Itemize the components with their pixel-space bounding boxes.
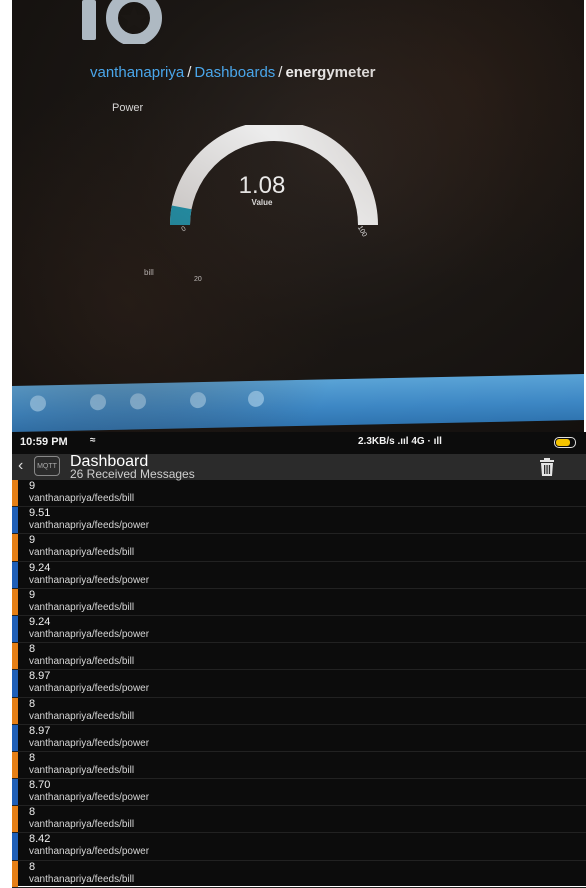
- adafruit-io-logo: [82, 0, 162, 44]
- bill-block-value: 20: [194, 276, 202, 283]
- phone-screen: 10:59 PM ≈ 2.3KB/s .ııl 4G · ıll ‹ MQTT …: [12, 432, 586, 888]
- message-topic: vanthanapriya/feeds/power: [29, 574, 150, 586]
- power-topic-indicator: [12, 833, 18, 860]
- trash-icon[interactable]: [538, 457, 556, 477]
- message-row[interactable]: 8 vanthanapriya/feeds/bill: [12, 806, 586, 834]
- message-count: 26 Received Messages: [70, 467, 195, 481]
- gauge-block-title: Power: [112, 102, 144, 114]
- bill-topic-indicator: [12, 588, 18, 615]
- taskbar-app-icon[interactable]: [90, 394, 106, 411]
- message-row[interactable]: 9.24 vanthanapriya/feeds/power: [12, 615, 586, 644]
- mqtt-app-icon: MQTT: [34, 456, 60, 476]
- network-status: 2.3KB/s .ııl 4G · ıll: [358, 436, 442, 447]
- power-topic-indicator: [12, 670, 18, 697]
- bill-topic-indicator: [12, 643, 18, 670]
- breadcrumb-dashboards-link[interactable]: Dashboards: [194, 64, 275, 81]
- power-topic-indicator: [12, 615, 18, 643]
- message-topic: vanthanapriya/feeds/bill: [29, 819, 135, 831]
- message-topic: vanthanapriya/feeds/bill: [29, 493, 135, 504]
- message-list: 9 vanthanapriya/feeds/bill 9.51 vanthanapri…: [12, 480, 586, 888]
- message-value: 8.97: [29, 670, 51, 683]
- power-topic-indicator: [12, 779, 18, 806]
- message-value: 8: [29, 860, 36, 873]
- screenshot-frame: vanthanapriya / Dashboards / energymeter Pow…: [0, 0, 586, 888]
- taskbar-app-icon[interactable]: [190, 391, 206, 409]
- message-row[interactable]: 8.70 vanthanapriya/feeds/power: [12, 779, 586, 807]
- message-value: 9.24: [29, 615, 51, 628]
- message-topic: vanthanapriya/feeds/power: [29, 628, 150, 640]
- message-value: 8.97: [29, 724, 51, 737]
- message-topic: vanthanapriya/feeds/bill: [29, 547, 135, 559]
- message-value: 9: [29, 534, 36, 547]
- message-row[interactable]: 9 vanthanapriya/feeds/bill: [12, 480, 586, 508]
- breadcrumb-user-link[interactable]: vanthanapriya: [90, 64, 184, 81]
- message-value: 9: [29, 480, 36, 492]
- gauge-fill: [170, 205, 192, 226]
- power-topic-indicator: [12, 561, 18, 588]
- taskbar-app-icon[interactable]: [130, 393, 146, 410]
- message-value: 8: [29, 697, 36, 710]
- message-row[interactable]: 9.24 vanthanapriya/feeds/power: [12, 561, 586, 589]
- back-chevron-icon[interactable]: ‹: [18, 458, 23, 474]
- message-topic: vanthanapriya/feeds/bill: [29, 601, 135, 613]
- message-value: 8: [29, 751, 36, 764]
- message-value: 8.42: [29, 833, 51, 846]
- message-value: 8.70: [29, 779, 51, 792]
- message-row[interactable]: 9 vanthanapriya/feeds/bill: [12, 588, 586, 616]
- message-row[interactable]: 8 vanthanapriya/feeds/bill: [12, 751, 586, 780]
- message-row[interactable]: 8 vanthanapriya/feeds/bill: [12, 697, 586, 725]
- taskbar-app-icon[interactable]: [248, 390, 264, 408]
- status-bar: 10:59 PM ≈ 2.3KB/s .ııl 4G · ıll: [12, 432, 586, 454]
- message-value: 9: [29, 588, 36, 601]
- power-topic-indicator: [12, 724, 18, 751]
- status-time: 10:59 PM: [20, 436, 68, 448]
- message-topic: vanthanapriya/feeds/bill: [29, 710, 135, 722]
- power-topic-indicator: [12, 507, 18, 534]
- message-topic: vanthanapriya/feeds/power: [29, 792, 150, 804]
- message-topic: vanthanapriya/feeds/bill: [29, 873, 135, 885]
- message-row[interactable]: 8.42 vanthanapriya/feeds/power: [12, 833, 586, 861]
- message-value: 8: [29, 643, 36, 656]
- message-topic: vanthanapriya/feeds/power: [29, 846, 150, 858]
- taskbar-app-icon[interactable]: [30, 395, 46, 412]
- message-row[interactable]: 8 vanthanapriya/feeds/bill: [12, 643, 586, 671]
- message-row[interactable]: 8 vanthanapriya/feeds/bill: [12, 860, 586, 888]
- message-topic: vanthanapriya/feeds/power: [29, 520, 150, 532]
- message-topic: vanthanapriya/feeds/power: [29, 737, 150, 749]
- message-row[interactable]: 8.97 vanthanapriya/feeds/power: [12, 670, 586, 698]
- message-topic: vanthanapriya/feeds/bill: [29, 764, 135, 776]
- bill-topic-indicator: [12, 751, 18, 779]
- dashboard-photo: vanthanapriya / Dashboards / energymeter Pow…: [12, 0, 584, 432]
- breadcrumb-separator: /: [278, 64, 283, 81]
- breadcrumb-separator: /: [187, 64, 192, 81]
- bill-topic-indicator: [12, 697, 18, 724]
- message-value: 9.51: [29, 507, 51, 520]
- battery-icon: [554, 437, 576, 448]
- gauge-caption: Value: [251, 198, 273, 207]
- gauge-value: 1.08: [238, 172, 286, 199]
- message-topic: vanthanapriya/feeds/bill: [29, 656, 135, 668]
- app-toolbar: ‹ MQTT Dashboard 26 Received Messages: [12, 453, 586, 481]
- bill-topic-indicator: [12, 860, 18, 887]
- bill-topic-indicator: [12, 480, 18, 507]
- message-row[interactable]: 9 vanthanapriya/feeds/bill: [12, 534, 586, 562]
- message-row[interactable]: 8.97 vanthanapriya/feeds/power: [12, 724, 586, 752]
- wifi-cast-icon: ≈: [90, 435, 96, 446]
- message-value: 9.24: [29, 561, 51, 574]
- message-row[interactable]: 9.51 vanthanapriya/feeds/power: [12, 507, 586, 535]
- breadcrumb-current: energymeter: [285, 64, 376, 81]
- bill-block-title: bill: [144, 268, 154, 277]
- message-topic: vanthanapriya/feeds/power: [29, 683, 150, 695]
- breadcrumb: vanthanapriya / Dashboards / energymeter: [90, 64, 376, 81]
- bill-topic-indicator: [12, 806, 18, 833]
- bill-topic-indicator: [12, 534, 18, 561]
- desktop-taskbar: [12, 374, 584, 432]
- message-value: 8: [29, 806, 36, 819]
